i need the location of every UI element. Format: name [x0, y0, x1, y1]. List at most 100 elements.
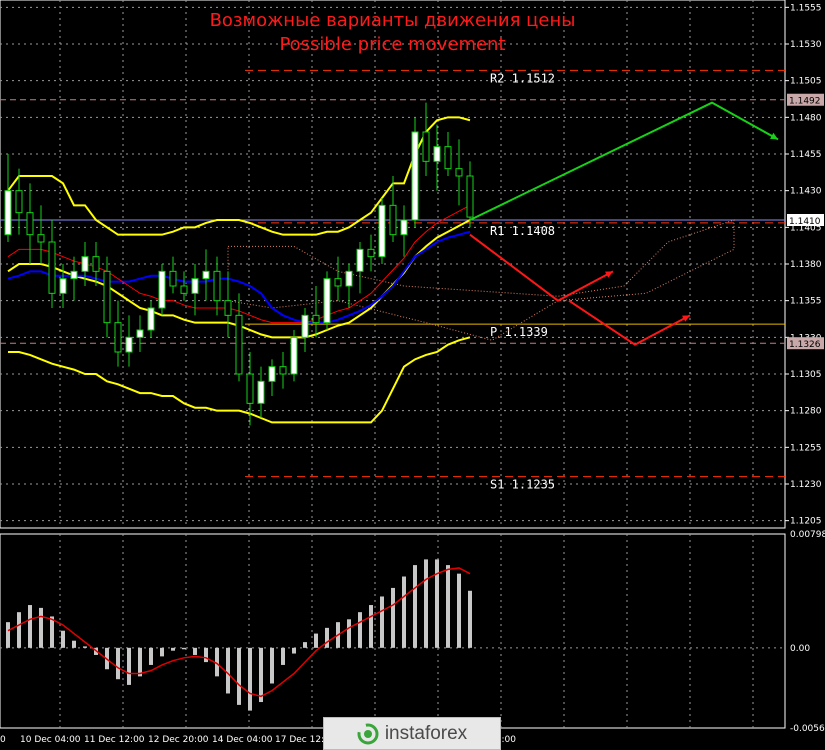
- y-tick-label: 1.1480: [790, 113, 822, 123]
- candle-body: [444, 146, 452, 170]
- oscillator-y-tick-label: 0.00798: [790, 530, 825, 540]
- oscillator-bar: [28, 605, 32, 648]
- oscillator-bar: [325, 627, 329, 648]
- y-tick-label: 1.1205: [790, 517, 822, 527]
- oscillator-bar: [204, 647, 208, 663]
- y-tick-label: 1.1505: [790, 77, 822, 87]
- x-tick-label: 14 Dec 04:00: [212, 735, 273, 745]
- oscillator-bar: [248, 647, 252, 711]
- candle-body: [422, 131, 430, 162]
- title-russian: Возможные варианты движения цены: [209, 10, 576, 31]
- price-marker-label: 1.1492: [789, 97, 821, 107]
- candle-body: [15, 190, 23, 214]
- y-tick-label: 1.1380: [790, 260, 822, 270]
- candle-body: [114, 322, 122, 353]
- candle-body: [158, 270, 166, 309]
- oscillator-bar: [314, 633, 318, 648]
- oscillator-bar: [171, 647, 175, 651]
- oscillator-bar: [380, 596, 384, 648]
- candle-body: [81, 256, 89, 272]
- oscillator-bar: [424, 559, 428, 648]
- title-english: Possible price movement: [279, 34, 506, 55]
- oscillator-bar: [446, 565, 450, 648]
- oscillator-bar: [468, 590, 472, 648]
- oscillator-bar: [226, 647, 230, 694]
- oscillator-bar: [402, 576, 406, 648]
- candle-body: [59, 278, 67, 294]
- candle-body: [455, 168, 463, 177]
- y-tick-label: 1.1430: [790, 187, 822, 197]
- oscillator-bar: [127, 647, 131, 685]
- oscillator-bar: [270, 647, 274, 684]
- candle-body: [147, 307, 155, 331]
- y-tick-label: 1.1255: [790, 443, 822, 453]
- pivot-level-label: R2 1.1512: [490, 71, 555, 85]
- oscillator-bar: [292, 647, 296, 654]
- candle-body: [411, 131, 419, 221]
- candle-body: [37, 234, 45, 243]
- candle-body: [246, 373, 254, 404]
- candle-body: [213, 270, 221, 302]
- oscillator-bar: [61, 630, 65, 648]
- oscillator-bar: [149, 647, 153, 665]
- chart-canvas: 1.1555 1.1530 1.1505 1.1480 1.1455 1.1430 1.14…: [0, 0, 825, 745]
- candle-body: [378, 204, 386, 258]
- price-marker-label: 1.1410: [789, 217, 821, 227]
- price-marker-label: 1.1326: [789, 340, 821, 350]
- candle-body: [202, 270, 210, 280]
- candle-body: [301, 314, 309, 338]
- x-tick-label: 11 Dec 12:00: [84, 735, 145, 745]
- candle-body: [279, 366, 287, 375]
- candle-body: [136, 329, 144, 338]
- candle-body: [169, 270, 177, 287]
- pivot-level-label: P 1.1339: [490, 325, 548, 339]
- chart-window: 1.1555 1.1530 1.1505 1.1480 1.1455 1.1430 1.14…: [0, 0, 825, 750]
- bollinger-upper-line: [7, 116, 471, 236]
- candle-body: [125, 336, 133, 353]
- oscillator-bar: [39, 607, 43, 648]
- candle-body: [400, 219, 408, 236]
- candle-body: [367, 248, 375, 258]
- candle-body: [180, 285, 188, 294]
- candle-body: [4, 190, 12, 236]
- y-tick-label: 1.1555: [790, 3, 822, 13]
- candle-body: [345, 270, 353, 287]
- logo-text: instaforex: [384, 722, 468, 744]
- oscillator-bar: [17, 612, 21, 648]
- y-tick-label: 1.1230: [790, 480, 822, 490]
- pivot-level-label: R1 1.1408: [490, 224, 555, 238]
- candle-body: [235, 314, 243, 375]
- oscillator-bar: [237, 647, 241, 705]
- candle-body: [92, 256, 100, 272]
- candle-body: [103, 270, 111, 324]
- oscillator-bar: [457, 573, 461, 648]
- forecast-arrow-down: [568, 299, 691, 346]
- y-tick-label: 1.1305: [790, 370, 822, 380]
- x-tick-label: 12 Dec 20:00: [148, 735, 209, 745]
- y-tick-label: 1.1355: [790, 297, 822, 307]
- oscillator-bar: [303, 642, 307, 648]
- candle-body: [48, 241, 56, 294]
- oscillator-bar: [160, 647, 164, 657]
- oscillator-bar: [391, 587, 395, 648]
- oscillator-y-tick-label: -0.00562: [790, 724, 825, 734]
- y-tick-label: 1.1455: [790, 150, 822, 160]
- candle-body: [334, 278, 342, 287]
- oscillator-bar: [6, 622, 10, 648]
- oscillator-bar: [347, 619, 351, 648]
- candle-body: [268, 366, 276, 382]
- candle-body: [356, 248, 364, 272]
- candle-body: [290, 336, 298, 375]
- candle-body: [70, 270, 78, 280]
- x-tick-label: 0: [0, 735, 6, 745]
- candle-body: [224, 300, 232, 316]
- oscillator-bar: [116, 647, 120, 680]
- candle-body: [312, 314, 320, 324]
- candle-body: [389, 204, 397, 236]
- candle-body: [323, 278, 331, 324]
- candle-body: [466, 175, 474, 218]
- oscillator-bar: [259, 647, 263, 703]
- x-tick-label: 10 Dec 04:00: [20, 735, 81, 745]
- oscillator-bar: [138, 647, 142, 677]
- oscillator-bar: [83, 646, 87, 648]
